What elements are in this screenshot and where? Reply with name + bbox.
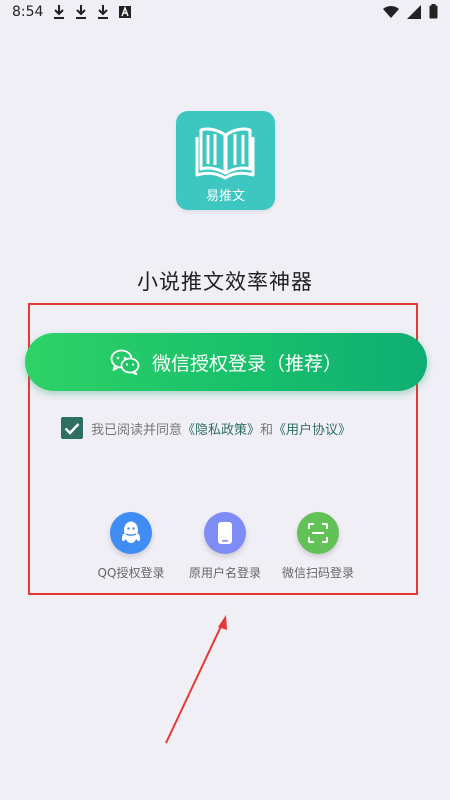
privacy-policy-link[interactable]: 《隐私政策》 [182,419,260,438]
a-icon [119,6,131,18]
agreement-text: 我已阅读并同意 [91,422,183,438]
slogan: 小说推文效率神器 [137,270,313,294]
logo-text: 易推文 [205,189,245,204]
wechat-scan-login-label: 微信扫码登录 [281,566,354,580]
scan-icon [308,523,328,543]
download-icon [76,5,86,19]
username-login-option[interactable]: 原用户名登录 [180,512,270,581]
qq-icon [121,521,141,543]
check-icon [64,422,80,435]
agreement-and: 和 [260,422,274,438]
wechat-login-button[interactable]: 微信授权登录（推荐） [25,333,427,391]
wifi-icon [383,5,399,18]
agreement-checkbox[interactable] [61,417,83,439]
username-login-label: 原用户名登录 [188,566,261,580]
book-icon [195,127,255,180]
wechat-scan-login-button[interactable] [297,512,339,554]
username-login-button[interactable] [204,512,246,554]
signal-icon [407,4,421,19]
wechat-scan-login-option[interactable]: 微信扫码登录 [273,512,363,581]
annotation-arrow [165,615,227,744]
agreement-row: 我已阅读并同意 《隐私政策》 和 《用户协议》 [61,417,351,439]
battery-icon [429,4,438,19]
user-agreement-link[interactable]: 《用户协议》 [273,419,351,438]
status-bar: 8:54 [0,0,450,26]
download-icon [98,5,108,19]
qq-login-button[interactable] [110,512,152,554]
notification-icons [52,4,132,20]
qq-login-option[interactable]: QQ授权登录 [86,512,176,581]
wechat-icon [110,349,140,375]
qq-login-label: QQ授权登录 [97,566,165,580]
system-icons [383,4,438,19]
download-icon [54,5,64,19]
app-logo: 易推文 [176,111,275,210]
status-time: 8:54 [12,4,44,20]
wechat-login-label: 微信授权登录（推荐） [151,352,342,375]
phone-icon [218,522,232,544]
